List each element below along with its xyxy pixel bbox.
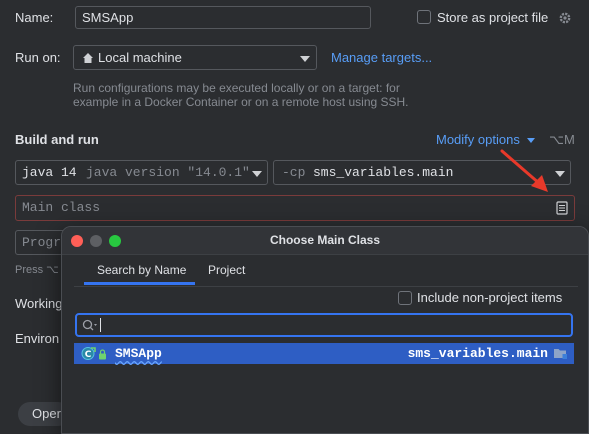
chevron-down-icon	[300, 56, 310, 62]
gear-icon[interactable]	[558, 11, 572, 25]
chevron-down-icon	[555, 171, 565, 177]
text-caret	[100, 318, 101, 332]
result-class-name: SMSApp	[115, 346, 162, 361]
tab-project[interactable]: Project	[208, 263, 245, 287]
modify-options-link[interactable]: Modify options	[436, 132, 536, 147]
class-icon: C	[81, 346, 96, 361]
store-project-file-checkbox[interactable]	[417, 10, 431, 24]
run-on-description-line2: example in a Docker Container or on a re…	[73, 95, 409, 109]
main-class-input[interactable]: Main class	[15, 195, 575, 221]
home-icon	[82, 52, 94, 64]
include-non-project-checkbox[interactable]	[398, 291, 412, 305]
name-input-value: SMSApp	[82, 10, 134, 25]
name-input[interactable]: SMSApp	[75, 6, 371, 29]
store-project-file-label: Store as project file	[437, 10, 549, 25]
browse-icon[interactable]	[556, 201, 568, 215]
class-search-input[interactable]	[75, 313, 573, 337]
manage-targets-link[interactable]: Manage targets...	[331, 50, 432, 65]
jdk-version: java version "14.0.1"	[86, 165, 248, 180]
result-module-name: sms_variables.main	[407, 346, 548, 361]
classpath-prefix: -cp	[282, 165, 306, 180]
open-button-label: Oper	[32, 406, 61, 421]
search-icon	[82, 319, 98, 332]
modify-options-label: Modify options	[436, 132, 520, 147]
environment-variables-label: Environ	[15, 331, 60, 346]
working-directory-label: Working	[15, 296, 63, 311]
svg-text:C: C	[85, 350, 92, 360]
annotation-arrow	[498, 148, 552, 196]
lock-icon	[98, 348, 107, 360]
chevron-down-icon	[252, 171, 262, 177]
dialog-title: Choose Main Class	[269, 233, 381, 247]
run-on-dropdown[interactable]: Local machine	[73, 45, 317, 70]
main-class-placeholder: Main class	[22, 200, 101, 215]
include-non-project-label: Include non-project items	[417, 290, 563, 305]
jdk-name: java 14	[22, 165, 77, 180]
tab-search-by-name-underline	[84, 282, 195, 285]
press-hint: Press ⌥	[15, 264, 59, 276]
list-item[interactable]: C SMSApp sms_variables.main	[74, 343, 574, 364]
run-on-label: Run on:	[15, 50, 61, 65]
name-label: Name:	[15, 10, 54, 25]
module-folder-icon	[553, 347, 568, 360]
build-and-run-title: Build and run	[15, 132, 99, 147]
run-on-value: Local machine	[98, 50, 182, 65]
choose-main-class-dialog: Choose Main Class Search by Name Project…	[61, 226, 589, 434]
jdk-dropdown[interactable]: java 14 java version "14.0.1"	[15, 160, 268, 185]
classpath-module: sms_variables.main	[313, 165, 454, 180]
run-on-description-line1: Run configurations may be executed local…	[73, 81, 400, 95]
chevron-down-icon	[527, 138, 536, 144]
tabs-divider	[74, 286, 578, 287]
modify-options-shortcut: ⌥M	[549, 132, 575, 147]
